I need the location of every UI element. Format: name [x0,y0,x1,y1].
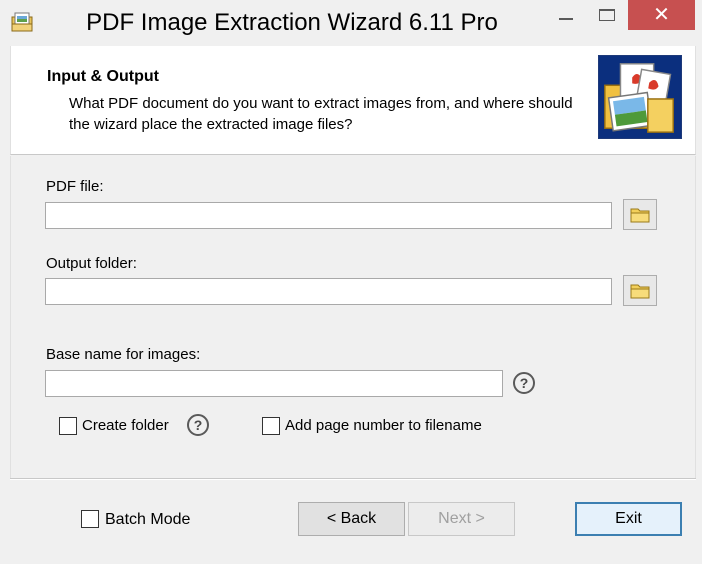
output-folder-label: Output folder: [46,255,137,272]
exit-button[interactable]: Exit [575,502,682,536]
add-page-number-checkbox[interactable] [262,417,280,435]
create-folder-help-icon[interactable]: ? [187,414,209,436]
batch-mode-checkbox[interactable] [81,510,99,528]
folder-icon [630,284,650,299]
page-description: What PDF document do you want to extract… [69,95,573,133]
wizard-footer: Batch Mode < Back Next > Exit [0,480,702,564]
minimize-button[interactable] [545,0,590,30]
wizard-content: PDF file: Output folder: Base name for i… [10,156,696,478]
base-name-input[interactable] [45,370,503,397]
browse-output-folder-button[interactable] [623,275,657,306]
browse-pdf-button[interactable] [623,199,657,230]
title-bar: PDF Image Extraction Wizard 6.11 Pro ✕ [0,0,702,46]
next-button[interactable]: Next > [408,502,515,536]
output-folder-input[interactable] [45,278,612,305]
pdf-file-input[interactable] [45,202,612,229]
window-title: PDF Image Extraction Wizard 6.11 Pro [86,9,498,36]
base-name-help-icon[interactable]: ? [513,372,535,394]
create-folder-label[interactable]: Create folder [82,417,169,434]
pdf-images-icon [598,55,682,139]
maximize-button[interactable] [590,0,626,30]
pdf-file-label: PDF file: [46,178,104,195]
minimize-icon [559,18,573,20]
add-page-number-label[interactable]: Add page number to filename [285,417,482,434]
batch-mode-label[interactable]: Batch Mode [105,511,190,529]
page-title: Input & Output [47,68,159,85]
folder-icon [630,208,650,223]
maximize-icon [599,9,615,21]
back-button[interactable]: < Back [298,502,405,536]
create-folder-checkbox[interactable] [59,417,77,435]
close-icon: ✕ [653,2,670,26]
close-button[interactable]: ✕ [628,0,695,30]
wizard-header: Input & Output What PDF document do you … [10,46,696,155]
base-name-label: Base name for images: [46,346,201,363]
